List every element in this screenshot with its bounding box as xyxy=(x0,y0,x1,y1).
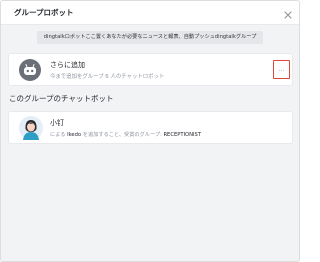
info-banner: dingtalkロボットここ置くあなたが必要なニュースと報表、自動プッシュdin… xyxy=(37,31,263,44)
add-robot-card[interactable]: さらに追加 今まで追加をグループ 6 人のチャットロボット ... xyxy=(8,53,293,86)
add-card-subtitle: 今まで追加をグループ 6 人のチャットロボット xyxy=(50,74,165,80)
section-heading: このグループのチャットボット xyxy=(9,94,114,103)
add-card-title: さらに追加 xyxy=(50,61,85,69)
robot-icon xyxy=(19,59,41,81)
person-avatar-icon xyxy=(19,116,43,140)
bot-name: 小钉 xyxy=(50,119,64,127)
more-button[interactable]: ... xyxy=(273,60,290,79)
dialog-title: グループロボット xyxy=(14,8,74,17)
bot-list-item[interactable]: 小钉 による Ikedo を追加すること、受賞のグループ: RECEPTIONI… xyxy=(8,111,293,144)
close-icon[interactable] xyxy=(282,6,294,19)
dialog-header: グループロボット xyxy=(1,1,299,25)
bot-description: による Ikedo を追加すること、受賞のグループ: RECEPTIONIST xyxy=(50,132,202,138)
group-robot-dialog: グループロボット dingtalkロボットここ置くあなたが必要なニュースと報表、… xyxy=(0,0,300,262)
